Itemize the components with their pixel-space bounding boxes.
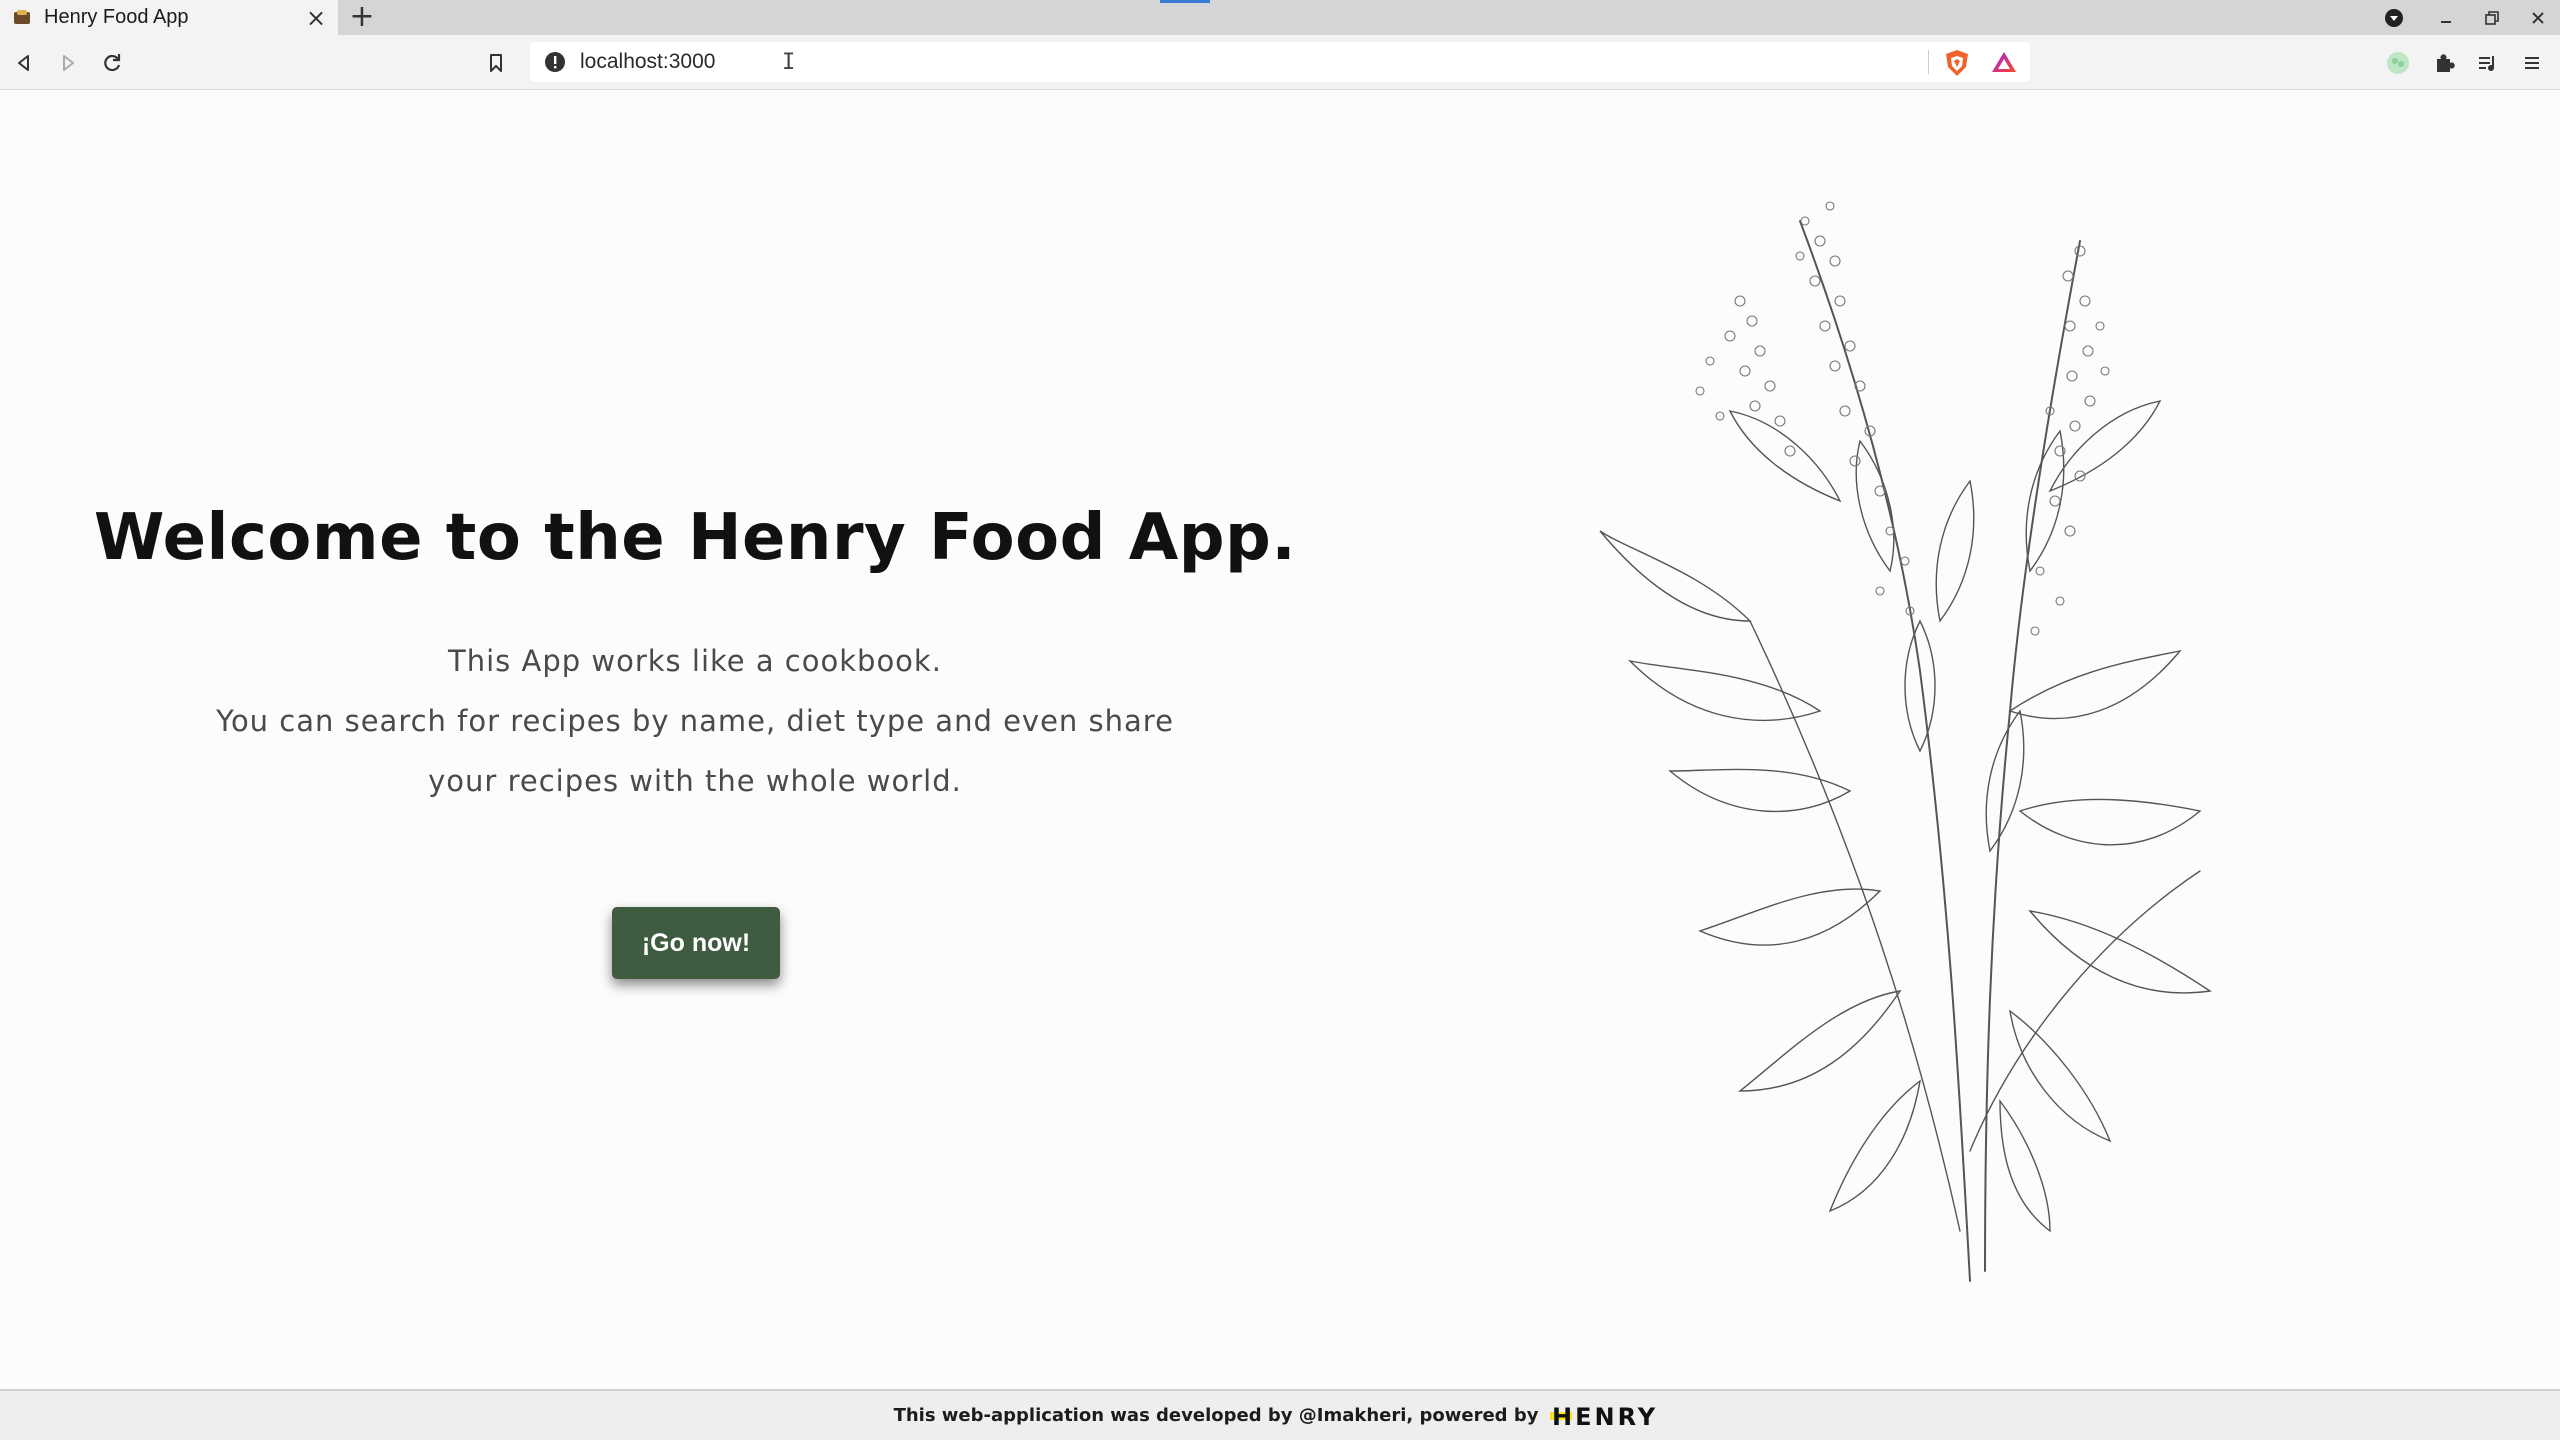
address-bar-divider [1928,50,1929,74]
reload-icon[interactable] [94,45,130,81]
intro-line: your recipes with the whole world. [428,764,962,798]
footer: This web-application was developed by @I… [0,1389,2560,1440]
profile-icon[interactable] [2380,45,2416,81]
minimize-icon[interactable] [2424,0,2468,35]
browser-toolbar: localhost:3000 I [0,35,2560,90]
extensions-icon[interactable] [2426,45,2462,81]
address-bar[interactable]: localhost:3000 I [530,42,2030,82]
new-tab-button[interactable]: + [344,0,380,35]
footer-credit: This web-application was developed by @I… [893,1405,1539,1426]
hero-section: Welcome to the Henry Food App. This App … [0,91,1390,1389]
go-now-button[interactable]: ¡Go now! [612,907,780,979]
back-icon[interactable] [6,45,42,81]
tab-close-icon[interactable]: × [300,2,332,34]
tab-henry-food-app[interactable]: Henry Food App × [0,0,338,35]
tab-search-icon[interactable] [2372,0,2416,35]
text-cursor: I [782,50,796,75]
url-text[interactable]: localhost:3000 [580,50,715,74]
page-title: Welcome to the Henry Food App. [93,501,1297,575]
quinoa-plant-illustration [1599,201,2212,1282]
restore-icon[interactable] [2470,0,2514,35]
media-icon[interactable] [2470,45,2506,81]
tab-title: Henry Food App [44,6,189,28]
forward-icon[interactable] [50,45,86,81]
bookmark-icon[interactable] [478,45,514,81]
tab-strip: Henry Food App × + [0,0,2560,35]
landing-page: Welcome to the Henry Food App. This App … [0,91,2560,1389]
brave-shields-icon[interactable] [1944,49,1970,81]
tab-drag-indicator [1160,0,1210,3]
intro-line: This App works like a cookbook. [448,644,942,678]
site-info-icon[interactable] [544,51,566,73]
henry-logo: HENRY [1550,1403,1658,1429]
brave-rewards-icon[interactable] [1990,50,2018,78]
window-close-icon[interactable] [2516,0,2560,35]
intro-line: You can search for recipes by name, diet… [216,704,1174,738]
henry-favicon-icon [10,6,34,30]
henry-logo-text: HENRY [1552,1403,1658,1429]
menu-icon[interactable] [2514,45,2550,81]
intro-text: This App works like a cookbook. You can … [0,631,1390,811]
